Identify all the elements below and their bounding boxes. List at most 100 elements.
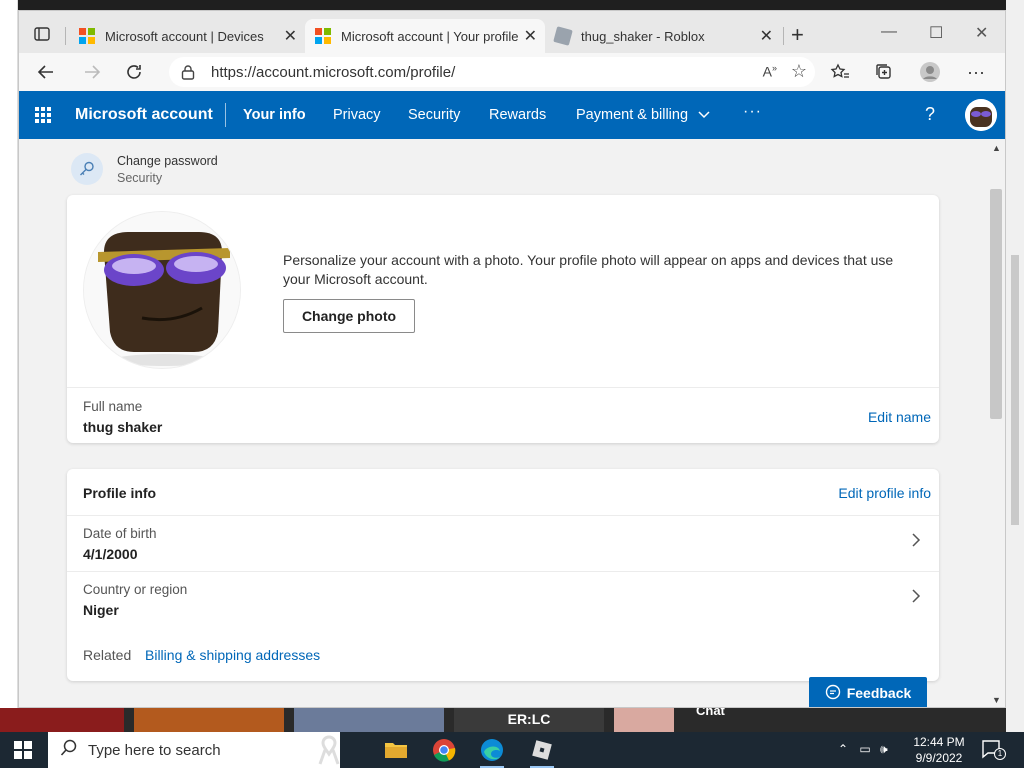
tab-devices[interactable]: Microsoft account | Devices ✕ (69, 19, 305, 53)
windows-start-icon[interactable] (14, 741, 32, 759)
photo-description: Personalize your account with a photo. Y… (283, 252, 894, 287)
edit-profile-info-link[interactable]: Edit profile info (838, 485, 931, 501)
feedback-button[interactable]: Feedback (809, 677, 927, 707)
taskbar-search[interactable]: Type here to search (48, 732, 340, 768)
clock-time: 12:44 PM (913, 735, 965, 749)
game-thumbnail (614, 708, 674, 732)
address-bar[interactable]: https://account.microsoft.com/profile/ A… (169, 57, 815, 87)
game-thumbnail (134, 708, 284, 732)
address-toolbar: https://account.microsoft.com/profile/ A… (19, 53, 1005, 91)
chevron-right-icon (911, 532, 921, 553)
profile-photo-card: Personalize your account with a photo. Y… (67, 195, 939, 443)
chevron-up-icon[interactable]: ⌃ (838, 742, 848, 756)
page-scrollbar[interactable]: ▲ ▼ (987, 139, 1005, 707)
tab-title: Microsoft account | Devices (105, 28, 264, 44)
full-name-value: thug shaker (83, 419, 163, 435)
maximize-icon[interactable]: ☐ (929, 23, 943, 43)
scrollbar-thumb[interactable] (990, 189, 1002, 419)
windows-taskbar: Type here to search ⌃ ▭ 🕪︎ 12:44 PM 9/9/… (0, 732, 1024, 768)
tab-your-profile[interactable]: Microsoft account | Your profile ✕ (305, 19, 545, 53)
change-password-subtitle: Security (117, 170, 163, 185)
taskbar-clock[interactable]: 12:44 PM 9/9/2022 (908, 734, 970, 766)
network-icon[interactable]: ▭ (859, 742, 870, 756)
close-tab-icon[interactable]: ✕ (760, 26, 773, 46)
tab-title: thug_shaker - Roblox (581, 28, 705, 44)
app-launcher-icon[interactable] (35, 107, 51, 123)
refresh-icon[interactable] (123, 61, 145, 83)
settings-more-icon[interactable]: ··· (965, 61, 987, 83)
date-of-birth-row[interactable]: Date of birth 4/1/2000 (67, 515, 939, 571)
chat-label: Chat (696, 703, 725, 718)
edit-name-link[interactable]: Edit name (868, 409, 931, 425)
minimize-icon[interactable]: — (881, 23, 897, 41)
volume-icon[interactable]: 🕪︎ (880, 742, 888, 756)
add-favorite-icon[interactable]: ☆ (791, 61, 807, 82)
date-of-birth-value: 4/1/2000 (83, 546, 138, 562)
country-region-label: Country or region (83, 582, 188, 597)
account-avatar[interactable] (965, 99, 997, 131)
country-region-value: Niger (83, 602, 119, 618)
microsoft-logo-icon (315, 28, 331, 44)
related-label: Related (83, 647, 132, 663)
tab-separator (65, 27, 66, 45)
change-password-link[interactable]: Change password Security (71, 153, 218, 185)
nav-security[interactable]: Security (408, 107, 460, 123)
chevron-down-icon (698, 107, 710, 123)
edge-icon[interactable] (478, 736, 506, 768)
game-thumbnail (0, 708, 124, 732)
nav-rewards[interactable]: Rewards (489, 107, 546, 123)
billing-shipping-link[interactable]: Billing & shipping addresses (145, 647, 320, 663)
roblox-icon (553, 26, 573, 46)
background-roblox-strip: ER:LC Chat (0, 703, 1024, 732)
nav-label: Payment & billing (576, 107, 689, 123)
profile-info-card: Profile info Edit profile info Date of b… (67, 469, 939, 681)
feedback-label: Feedback (846, 685, 912, 701)
background-scrollbar (1006, 0, 1024, 732)
background-scrollbar-thumb (1011, 255, 1019, 525)
game-thumbnail (294, 708, 444, 732)
back-icon[interactable] (35, 61, 57, 83)
notification-count: 1 (994, 748, 1006, 760)
full-name-label: Full name (83, 399, 143, 414)
background-window-edge (0, 0, 18, 708)
microsoft-logo-icon (79, 28, 95, 44)
tab-actions-icon[interactable] (31, 23, 53, 45)
favorites-icon[interactable] (829, 61, 851, 83)
help-icon[interactable]: ? (925, 104, 935, 125)
new-tab-button[interactable]: + (791, 24, 804, 46)
country-region-row[interactable]: Country or region Niger (67, 571, 939, 627)
nav-your-info[interactable]: Your info (243, 107, 306, 123)
file-explorer-icon[interactable] (382, 736, 410, 764)
profile-icon[interactable] (919, 61, 941, 83)
page-content: Change password Security Personalize you… (19, 139, 987, 707)
scroll-up-icon[interactable]: ▲ (992, 143, 1001, 153)
clock-date: 9/9/2022 (915, 751, 963, 765)
read-aloud-icon[interactable]: A» (763, 63, 777, 80)
chrome-icon[interactable] (430, 736, 458, 764)
forward-icon[interactable] (81, 61, 103, 83)
nav-payment-billing[interactable]: Payment & billing (576, 107, 710, 123)
awareness-ribbon-icon[interactable] (316, 734, 342, 768)
profile-info-heading: Profile info (83, 485, 157, 501)
tab-roblox[interactable]: thug_shaker - Roblox ✕ (545, 19, 781, 53)
url-text[interactable]: https://account.microsoft.com/profile/ (211, 64, 455, 81)
close-tab-icon[interactable]: ✕ (524, 26, 537, 46)
key-icon (71, 153, 103, 185)
scroll-down-icon[interactable]: ▼ (992, 695, 1001, 705)
tab-separator (783, 27, 784, 45)
close-tab-icon[interactable]: ✕ (284, 26, 297, 46)
lock-icon[interactable] (181, 64, 195, 85)
brand-title[interactable]: Microsoft account (75, 106, 213, 124)
nav-privacy[interactable]: Privacy (333, 107, 381, 123)
close-window-icon[interactable]: ✕ (975, 23, 988, 43)
game-thumbnail: ER:LC (454, 708, 604, 732)
nav-divider (225, 103, 226, 127)
change-photo-button[interactable]: Change photo (283, 299, 415, 333)
notifications-icon[interactable]: 1 (982, 740, 1006, 760)
system-tray[interactable]: ⌃ ▭ 🕪︎ (838, 742, 888, 757)
nav-more-icon[interactable]: ··· (743, 103, 762, 121)
collections-icon[interactable] (873, 61, 895, 83)
search-icon (60, 739, 78, 762)
roblox-app-icon[interactable] (528, 736, 556, 768)
date-of-birth-label: Date of birth (83, 526, 157, 541)
